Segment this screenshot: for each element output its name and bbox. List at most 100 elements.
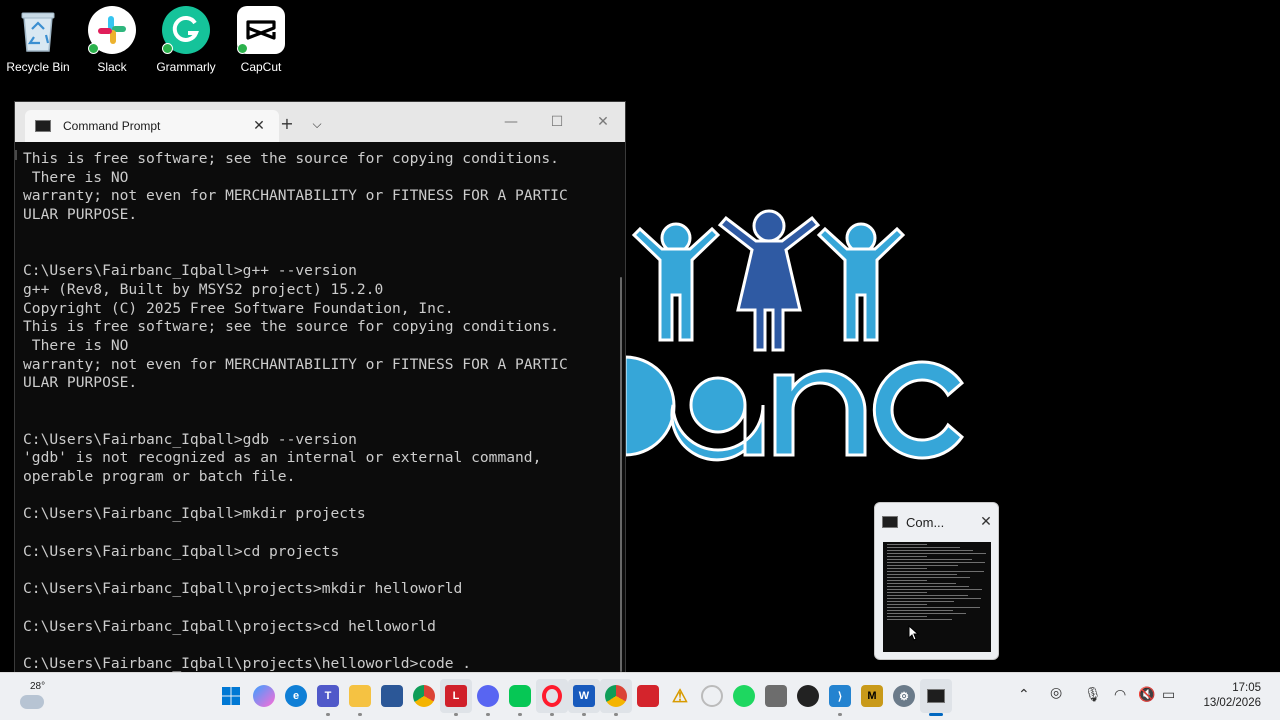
teams-icon[interactable]: T <box>317 685 339 707</box>
left-edge-marker <box>15 150 17 160</box>
opera-button[interactable] <box>536 679 568 713</box>
slack-icon <box>88 6 136 54</box>
terminal-line: This is free software; see the source fo… <box>23 150 559 167</box>
preview-text-line <box>887 598 981 599</box>
copilot-icon[interactable] <box>253 685 275 707</box>
vscode-icon[interactable]: ⟩ <box>829 685 851 707</box>
terminal-line: C:\Users\Fairbanc_Iqball>gdb --version <box>23 430 357 448</box>
maximize-button[interactable]: ☐ <box>537 110 577 134</box>
desktop-icon-recycle-bin[interactable]: Recycle Bin <box>1 4 75 74</box>
terminal-line: ULAR PURPOSE. <box>23 374 138 392</box>
m-app-icon[interactable]: M <box>861 685 883 707</box>
clock-date: 13/02/2026 <box>1203 697 1261 709</box>
command-prompt-window[interactable]: Command Prompt ✕ + ⌵ — ☐ ✕ This is free … <box>14 101 626 672</box>
chrome-window-button[interactable] <box>600 679 632 713</box>
calculator-icon[interactable] <box>765 685 787 707</box>
preview-text-line <box>887 613 966 614</box>
chrome-icon <box>605 685 627 707</box>
capcut-icon <box>237 6 285 54</box>
terminal-line: Copyright (C) 2025 Free Software Foundat… <box>23 299 454 317</box>
battery-icon[interactable]: ▭ <box>1162 687 1175 703</box>
preview-text-line <box>887 601 954 602</box>
command-prompt-icon <box>882 516 898 528</box>
github-icon[interactable] <box>797 685 819 707</box>
preview-text-line <box>887 580 927 581</box>
running-indicator <box>326 713 330 716</box>
edge-icon[interactable]: e <box>285 685 307 707</box>
app-icon[interactable] <box>701 685 723 707</box>
wifi-icon[interactable]: ◠ <box>1114 687 1126 703</box>
running-indicator <box>614 713 618 716</box>
word-button[interactable]: W <box>568 679 600 713</box>
terminal-line: 'gdb' is not recognized as an internal o… <box>23 449 542 467</box>
preview-text-line <box>887 571 984 572</box>
preview-text-line <box>887 604 927 605</box>
warning-icon[interactable]: ⚠ <box>669 685 691 707</box>
desktop-icon-label: CapCut <box>240 60 282 74</box>
terminal-line: warranty; not even for MERCHANTABILITY o… <box>23 355 568 373</box>
file-explorer-icon[interactable] <box>349 685 371 707</box>
terminal-line: C:\Users\Fairbanc_Iqball\projects>cd hel… <box>23 617 436 635</box>
running-indicator <box>486 713 490 716</box>
word-icon: W <box>573 685 595 707</box>
running-indicator <box>582 713 586 716</box>
letter-l-icon: L <box>445 685 467 707</box>
speaker-muted-icon[interactable]: 🔇 <box>1138 687 1155 703</box>
command-prompt-icon <box>927 689 945 703</box>
preview-text-line <box>887 562 985 563</box>
desktop-icon-label: Grammarly <box>156 60 216 74</box>
command-prompt-taskbar-button[interactable] <box>920 679 952 713</box>
new-tab-button[interactable]: + <box>275 112 299 136</box>
close-icon[interactable]: ✕ <box>974 514 998 530</box>
discord-icon[interactable] <box>477 685 499 707</box>
tab-title: Command Prompt <box>63 119 161 133</box>
microphone-icon[interactable]: 🎙 <box>1084 687 1102 703</box>
terminal-line: operable program or batch file. <box>23 467 296 485</box>
tab-dropdown-button[interactable]: ⌵ <box>305 112 329 136</box>
letter-l-app-button[interactable]: L <box>440 679 472 713</box>
sync-check-icon <box>162 43 173 54</box>
weather-temperature: 28° <box>30 681 46 692</box>
minimize-button[interactable]: — <box>491 110 531 134</box>
tray-app-icon[interactable]: ◎ <box>1050 685 1062 701</box>
terminal-output[interactable]: This is free software; see the source fo… <box>23 150 613 672</box>
chrome-icon[interactable] <box>413 685 435 707</box>
preview-text-line <box>887 565 958 566</box>
spotify-icon[interactable] <box>733 685 755 707</box>
preview-text-line <box>887 544 927 545</box>
store-icon[interactable] <box>381 685 403 707</box>
desktop-icon-grammarly[interactable]: Grammarly <box>149 4 223 74</box>
preview-text-line <box>887 616 927 617</box>
terminal-line: C:\Users\Fairbanc_Iqball>g++ --version <box>23 262 357 280</box>
terminal-line: There is NO <box>23 168 129 186</box>
clock[interactable]: 17:05 13/02/2026 <box>1203 681 1261 711</box>
start-icon[interactable] <box>220 685 242 707</box>
weather-widget[interactable]: 28° <box>18 679 48 715</box>
opera-icon <box>542 685 562 707</box>
close-window-button[interactable]: ✕ <box>583 110 623 134</box>
preview-text-line <box>887 595 968 596</box>
grammarly-icon <box>162 6 210 54</box>
preview-thumbnail[interactable] <box>883 542 991 652</box>
pdf-reader-icon[interactable] <box>637 685 659 707</box>
desktop-icon-slack[interactable]: Slack <box>75 4 149 74</box>
line-icon[interactable] <box>509 685 531 707</box>
preview-text-line <box>887 592 927 593</box>
scrollbar[interactable] <box>620 277 622 672</box>
terminal-line: C:\Users\Fairbanc_Iqball\projects>mkdir … <box>23 580 463 598</box>
preview-text-line <box>887 547 960 548</box>
preview-text-line <box>887 610 953 611</box>
desktop-icon-capcut[interactable]: CapCut <box>224 4 298 74</box>
preview-text-line <box>887 568 927 569</box>
close-tab-icon[interactable]: ✕ <box>249 118 269 134</box>
taskbar-window-preview[interactable]: Com... ✕ <box>874 502 999 660</box>
terminal-line: ULAR PURPOSE. <box>23 206 138 224</box>
tab-command-prompt[interactable]: Command Prompt ✕ <box>25 110 279 142</box>
chevron-up-icon[interactable]: ⌃ <box>1018 687 1030 703</box>
settings-icon[interactable]: ⚙ <box>893 685 915 707</box>
desktop-icon-label: Slack <box>97 60 127 74</box>
